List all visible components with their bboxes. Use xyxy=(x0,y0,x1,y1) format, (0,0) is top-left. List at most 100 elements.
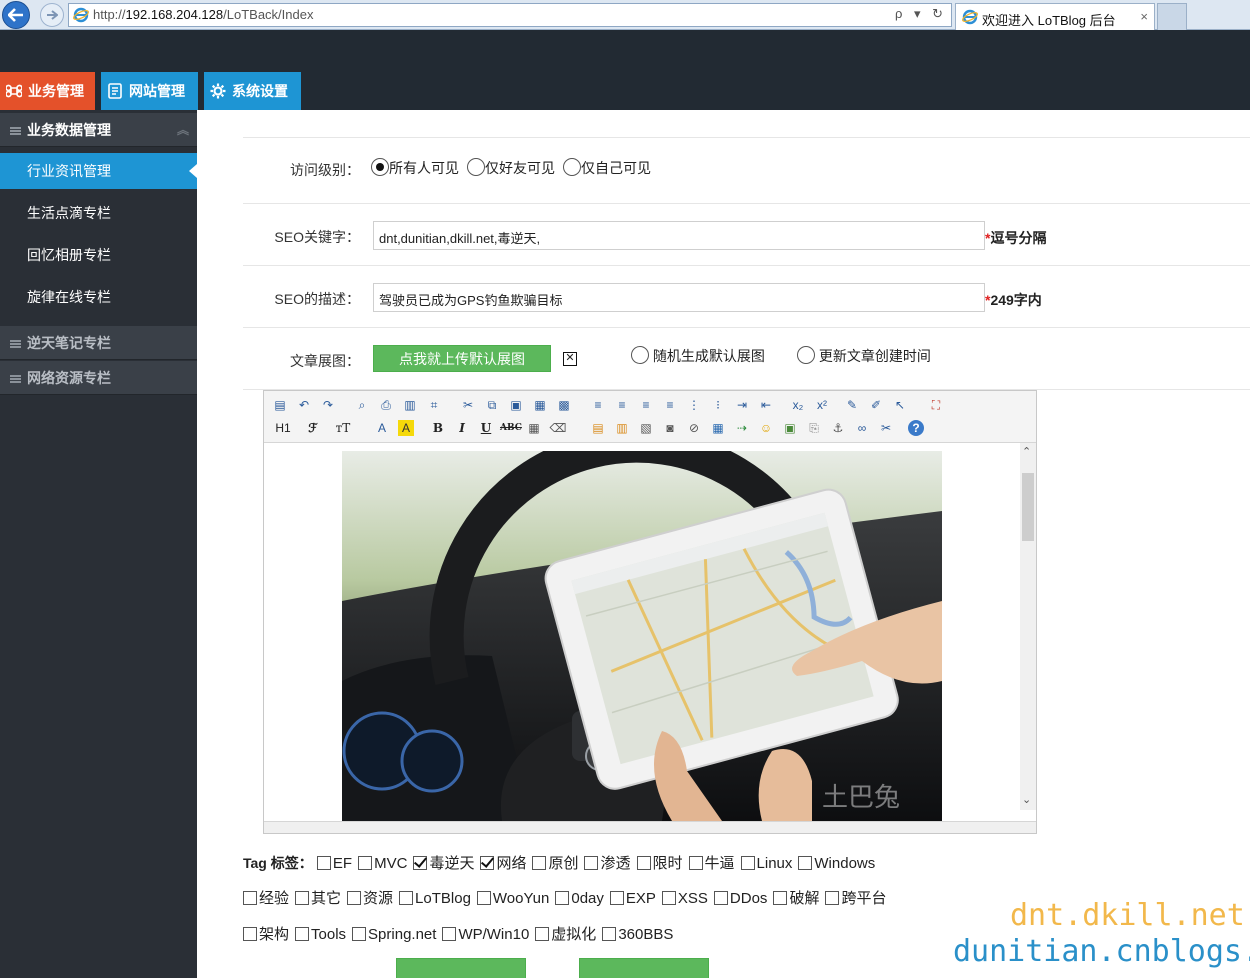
tag-checkbox[interactable] xyxy=(295,927,310,941)
radio-friends-dot[interactable] xyxy=(467,158,485,176)
ordered-list-icon[interactable]: ⋮ xyxy=(684,395,704,415)
tag-option[interactable]: 毒逆天 xyxy=(413,852,474,873)
tag-option[interactable]: 其它 xyxy=(295,887,341,908)
tag-option[interactable]: WooYun xyxy=(476,890,549,907)
tag-option[interactable]: WP/Win10 xyxy=(442,926,529,943)
tag-option[interactable]: 经验 xyxy=(243,887,289,908)
fullscreen-icon[interactable]: ⛶ xyxy=(926,395,946,415)
tag-option[interactable]: DDos xyxy=(713,890,767,907)
unordered-list-icon[interactable]: ⁝ xyxy=(708,395,728,415)
sidebar-item-music[interactable]: 旋律在线专栏 xyxy=(0,279,197,315)
line-icon[interactable]: ⇢ xyxy=(732,418,752,438)
upload-cover-button[interactable]: 点我就上传默认展图 xyxy=(373,345,551,372)
rich-text-editor[interactable]: ▤ ↶ ↷ ⌕ ⎙ ▥ ⌗ ✂ ⧉ ▣ ▦ ▩ ≡ ≡ ≡ ≡ ⋮ ⁝ ⇥ ⇤ x₂ x² ✎ ✐ ↖ ⛶ H1 ℱ тT A A… xyxy=(263,390,1037,834)
radio-everyone[interactable]: 所有人可见 xyxy=(371,158,459,178)
close-icon[interactable]: × xyxy=(1140,9,1148,24)
source-icon[interactable]: ▤ xyxy=(270,395,290,415)
pagebreak-icon[interactable]: ⎘ xyxy=(804,418,824,438)
tag-checkbox[interactable] xyxy=(773,891,788,905)
font-color-button[interactable]: A xyxy=(372,418,392,438)
tag-checkbox[interactable] xyxy=(555,891,570,905)
tag-checkbox[interactable] xyxy=(609,891,624,905)
tag-checkbox[interactable] xyxy=(740,856,755,870)
editor-content[interactable]: 土巴兔 xyxy=(264,443,1036,822)
subscript-icon[interactable]: x₂ xyxy=(788,395,808,415)
clear-format-icon[interactable]: ✎ xyxy=(842,395,862,415)
insert-col-icon[interactable]: ▥ xyxy=(612,418,632,438)
tag-checkbox[interactable] xyxy=(798,856,813,870)
radio-everyone-dot[interactable] xyxy=(371,158,389,176)
link-icon[interactable]: ∞ xyxy=(852,418,872,438)
table-grid-icon[interactable]: ▦ xyxy=(524,418,544,438)
sidebar-item-life[interactable]: 生活点滴专栏 xyxy=(0,195,197,231)
paste-word-icon[interactable]: ▩ xyxy=(554,395,574,415)
emoticon-icon[interactable]: ☺ xyxy=(756,418,776,438)
undo-icon[interactable]: ↶ xyxy=(294,395,314,415)
tag-checkbox[interactable] xyxy=(535,927,550,941)
radio-friends[interactable]: 仅好友可见 xyxy=(467,158,555,178)
tag-option[interactable]: 牛逼 xyxy=(688,852,735,873)
tag-option[interactable]: Linux xyxy=(740,855,792,872)
highlight-color-button[interactable]: A xyxy=(398,420,414,436)
back-button[interactable] xyxy=(2,1,30,29)
tag-checkbox[interactable] xyxy=(661,891,676,905)
tag-checkbox[interactable] xyxy=(316,856,331,870)
tag-option[interactable]: Spring.net xyxy=(352,926,436,943)
eraser-icon[interactable]: ⌫ xyxy=(548,418,568,438)
heading-button[interactable]: H1 xyxy=(270,418,296,438)
paste-icon[interactable]: ▣ xyxy=(506,395,526,415)
new-tab-button[interactable] xyxy=(1157,3,1187,30)
tag-checkbox[interactable] xyxy=(243,927,257,941)
attachment-icon[interactable]: ⊘ xyxy=(684,418,704,438)
sidebar-group-resources[interactable]: 网络资源专栏 xyxy=(0,361,197,395)
tag-option[interactable]: 破解 xyxy=(773,887,819,908)
tag-checkbox[interactable] xyxy=(480,856,495,870)
tag-checkbox[interactable] xyxy=(825,891,840,905)
unlink-icon[interactable]: ✂ xyxy=(876,418,896,438)
preview-icon[interactable]: ⌕ xyxy=(352,395,372,415)
help-icon[interactable]: ? xyxy=(908,420,924,436)
editor-resize-bar[interactable] xyxy=(264,821,1036,833)
align-left-icon[interactable]: ≡ xyxy=(588,395,608,415)
tag-checkbox[interactable] xyxy=(358,856,373,870)
seo-desc-input[interactable]: 驾驶员已成为GPS钓鱼欺骗目标 xyxy=(373,283,985,312)
strikethrough-button[interactable]: ABC xyxy=(500,418,522,438)
tag-option[interactable]: 0day xyxy=(555,890,604,907)
tag-option[interactable]: XSS xyxy=(661,890,708,907)
remove-cover-icon[interactable]: ✕ xyxy=(563,352,577,366)
superscript-icon[interactable]: x² xyxy=(812,395,832,415)
tag-checkbox[interactable] xyxy=(532,856,547,870)
tag-option[interactable]: 资源 xyxy=(347,887,393,908)
tag-checkbox[interactable] xyxy=(399,891,414,905)
radio-update-time[interactable]: 更新文章创建时间 xyxy=(797,346,931,366)
tag-checkbox[interactable] xyxy=(347,891,362,905)
scroll-down-icon[interactable]: ⌄ xyxy=(1022,793,1031,806)
forward-button[interactable] xyxy=(40,3,64,27)
select-all-icon[interactable]: ✐ xyxy=(866,395,886,415)
tag-checkbox[interactable] xyxy=(352,927,367,941)
scroll-thumb[interactable] xyxy=(1022,473,1034,541)
justify-icon[interactable]: ≡ xyxy=(660,395,680,415)
copy-icon[interactable]: ⧉ xyxy=(482,395,502,415)
tag-checkbox[interactable] xyxy=(413,856,428,870)
photo-icon[interactable]: ▣ xyxy=(780,418,800,438)
address-tools[interactable]: ρ ▾ ↻ xyxy=(895,6,947,22)
tag-option[interactable]: 原创 xyxy=(532,852,578,873)
radio-self[interactable]: 仅自己可见 xyxy=(563,158,651,178)
paste-text-icon[interactable]: ▦ xyxy=(530,395,550,415)
tag-checkbox[interactable] xyxy=(243,891,257,905)
tag-option[interactable]: 架构 xyxy=(243,923,289,944)
tab-website[interactable]: 网站管理 xyxy=(101,72,198,110)
sidebar-group-business-data[interactable]: 业务数据管理 ︽ xyxy=(0,113,197,147)
tag-option[interactable]: 渗透 xyxy=(584,852,631,873)
italic-button[interactable]: I xyxy=(452,418,472,438)
tab-settings[interactable]: 系统设置 xyxy=(204,72,301,110)
tag-checkbox[interactable] xyxy=(713,891,728,905)
tab-business[interactable]: 业务管理 xyxy=(0,72,95,110)
radio-random-dot[interactable] xyxy=(631,346,649,364)
tag-checkbox[interactable] xyxy=(476,891,491,905)
redo-icon[interactable]: ↷ xyxy=(318,395,338,415)
bold-button[interactable]: B xyxy=(428,418,448,438)
radio-random-cover[interactable]: 随机生成默认展图 xyxy=(631,346,765,366)
tag-option[interactable]: 网络 xyxy=(480,852,526,873)
